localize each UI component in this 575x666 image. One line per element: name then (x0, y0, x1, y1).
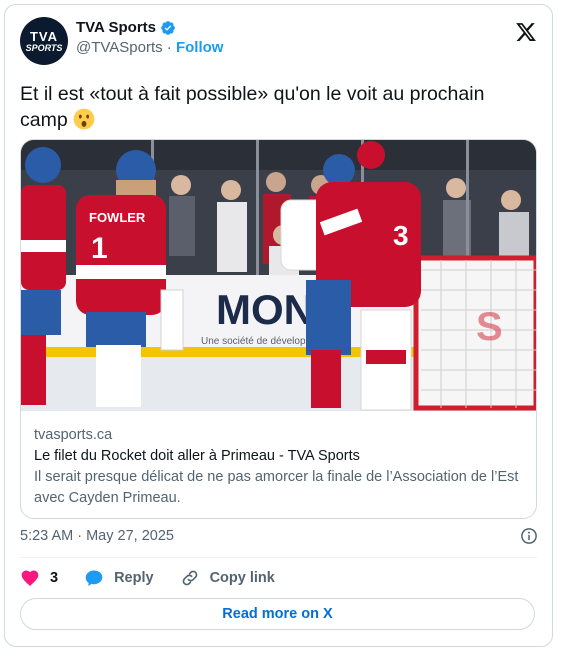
likes-count: 3 (50, 570, 59, 586)
verified-badge-icon (161, 20, 175, 35)
photo-sign-text: MON (216, 286, 314, 333)
link-description: Il serait presque délicat de ne pas amor… (34, 469, 519, 506)
photo-jersey-name: FOWLER (89, 210, 146, 225)
reply-label: Reply (114, 570, 154, 586)
author-info: TVA Sports @TVASports · Follow (76, 19, 223, 56)
read-more-button[interactable]: Read more on X (20, 598, 535, 630)
link-title[interactable]: Le filet du Rocket doit aller à Primeau … (34, 446, 524, 467)
link-preview-text: tvasports.ca Le filet du Rocket doit all… (34, 425, 524, 509)
handle-separator: · (162, 39, 176, 56)
reply-bubble-icon (85, 570, 103, 586)
tweet-body: Et il est «tout à fait possible» qu'on l… (20, 81, 535, 133)
svg-text:3: 3 (393, 220, 409, 251)
avatar-line2: SPORTS (25, 42, 63, 53)
link-icon (182, 570, 197, 586)
follow-button[interactable]: Follow (176, 39, 224, 56)
link-domain: tvasports.ca (34, 427, 113, 443)
author-display-name[interactable]: TVA Sports (76, 19, 156, 36)
hockey-celebration-photo[interactable]: MON Une société de développement S FOWLE… (21, 140, 536, 411)
divider (20, 557, 537, 558)
tweet-timestamp[interactable]: 5:23 AM · May 27, 2025 (20, 528, 174, 544)
avatar[interactable]: TVA SPORTS (20, 17, 68, 65)
link-preview-card[interactable]: MON Une société de développement S FOWLE… (20, 139, 537, 519)
info-icon[interactable] (520, 527, 538, 545)
tweet-header: TVA SPORTS TVA Sports @TVASports · Follo… (20, 17, 537, 69)
photo-jersey-number: 1 (91, 232, 108, 265)
avatar-line1: TVA (29, 28, 59, 44)
like-button[interactable]: 3 (20, 568, 58, 588)
copy-link-label: Copy link (209, 570, 275, 586)
tweet-card: TVA SPORTS TVA Sports @TVASports · Follo… (4, 4, 553, 647)
x-logo-icon[interactable] (515, 21, 537, 43)
author-handle[interactable]: @TVASports (76, 39, 163, 56)
reply-button[interactable]: Reply (84, 568, 154, 588)
action-bar: 3 Reply Copy link (20, 567, 301, 589)
svg-text:S: S (476, 305, 503, 349)
astonished-face-icon (73, 108, 95, 130)
heart-icon (21, 570, 39, 586)
copy-link-button[interactable]: Copy link (180, 568, 275, 588)
